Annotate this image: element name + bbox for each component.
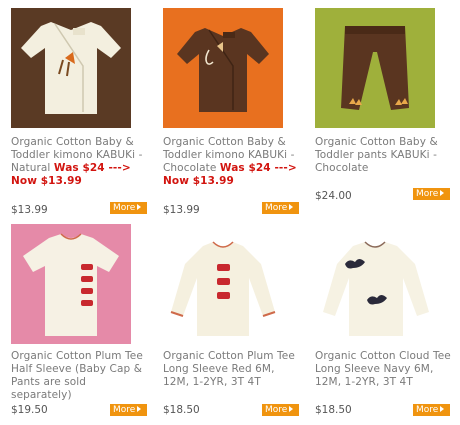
- product-title[interactable]: Organic Cotton Cloud Tee Long Sleeve Nav…: [315, 350, 453, 389]
- product-card: Organic Cotton Baby & Toddler kimono KAB…: [11, 8, 151, 218]
- product-title-text[interactable]: Organic Cotton Cloud Tee Long Sleeve Nav…: [315, 350, 451, 388]
- product-price: $19.50: [11, 404, 48, 416]
- more-button-label: More: [416, 405, 439, 415]
- arrow-right-icon: [289, 204, 294, 210]
- product-card: Organic Cotton Plum Tee Half Sleeve (Bab…: [11, 224, 151, 424]
- product-title-text[interactable]: Organic Cotton Baby & Toddler pants KABU…: [315, 136, 438, 174]
- product-image-cloud-tee-long-sleeve[interactable]: [315, 224, 435, 344]
- product-title[interactable]: Organic Cotton Plum Tee Long Sleeve Red …: [163, 350, 301, 389]
- product-card: Organic Cotton Cloud Tee Long Sleeve Nav…: [315, 224, 455, 424]
- product-price: $24.00: [315, 190, 352, 202]
- product-price: $18.50: [315, 404, 352, 416]
- product-title[interactable]: Organic Cotton Baby & Toddler pants KABU…: [315, 136, 453, 175]
- product-title[interactable]: Organic Cotton Plum Tee Half Sleeve (Bab…: [11, 350, 149, 402]
- product-grid: Organic Cotton Baby & Toddler kimono KAB…: [0, 0, 460, 425]
- product-image-kimono-chocolate[interactable]: [163, 8, 283, 128]
- arrow-right-icon: [440, 190, 445, 196]
- arrow-right-icon: [137, 204, 142, 210]
- more-button-label: More: [113, 203, 136, 213]
- more-button-label: More: [113, 405, 136, 415]
- product-image-plum-tee-half-sleeve[interactable]: [11, 224, 131, 344]
- product-title[interactable]: Organic Cotton Baby & Toddler kimono KAB…: [163, 136, 301, 188]
- more-button[interactable]: More: [413, 404, 450, 416]
- now-price: Now $13.99: [163, 175, 234, 187]
- arrow-right-icon: [289, 406, 294, 412]
- more-button[interactable]: More: [110, 404, 147, 416]
- product-price: $13.99: [11, 204, 48, 216]
- product-title[interactable]: Organic Cotton Baby & Toddler kimono KAB…: [11, 136, 149, 188]
- product-title-text[interactable]: Organic Cotton Plum Tee Long Sleeve Red …: [163, 350, 295, 388]
- product-price: $18.50: [163, 404, 200, 416]
- product-title-text[interactable]: Organic Cotton Plum Tee Half Sleeve (Bab…: [11, 350, 143, 401]
- product-card: Organic Cotton Plum Tee Long Sleeve Red …: [163, 224, 303, 424]
- was-price: Was $24 --->: [219, 162, 297, 174]
- product-card: Organic Cotton Baby & Toddler kimono KAB…: [163, 8, 303, 218]
- product-image-pants-chocolate[interactable]: [315, 8, 435, 128]
- more-button-label: More: [265, 203, 288, 213]
- arrow-right-icon: [440, 406, 445, 412]
- more-button-label: More: [265, 405, 288, 415]
- arrow-right-icon: [137, 406, 142, 412]
- more-button-label: More: [416, 189, 439, 199]
- product-image-kimono-natural[interactable]: [11, 8, 131, 128]
- more-button[interactable]: More: [262, 202, 299, 214]
- was-price: Was $24 --->: [53, 162, 131, 174]
- more-button[interactable]: More: [413, 188, 450, 200]
- product-card: Organic Cotton Baby & Toddler pants KABU…: [315, 8, 455, 218]
- product-price: $13.99: [163, 204, 200, 216]
- more-button[interactable]: More: [262, 404, 299, 416]
- more-button[interactable]: More: [110, 202, 147, 214]
- now-price: Now $13.99: [11, 175, 82, 187]
- product-image-plum-tee-long-sleeve[interactable]: [163, 224, 283, 344]
